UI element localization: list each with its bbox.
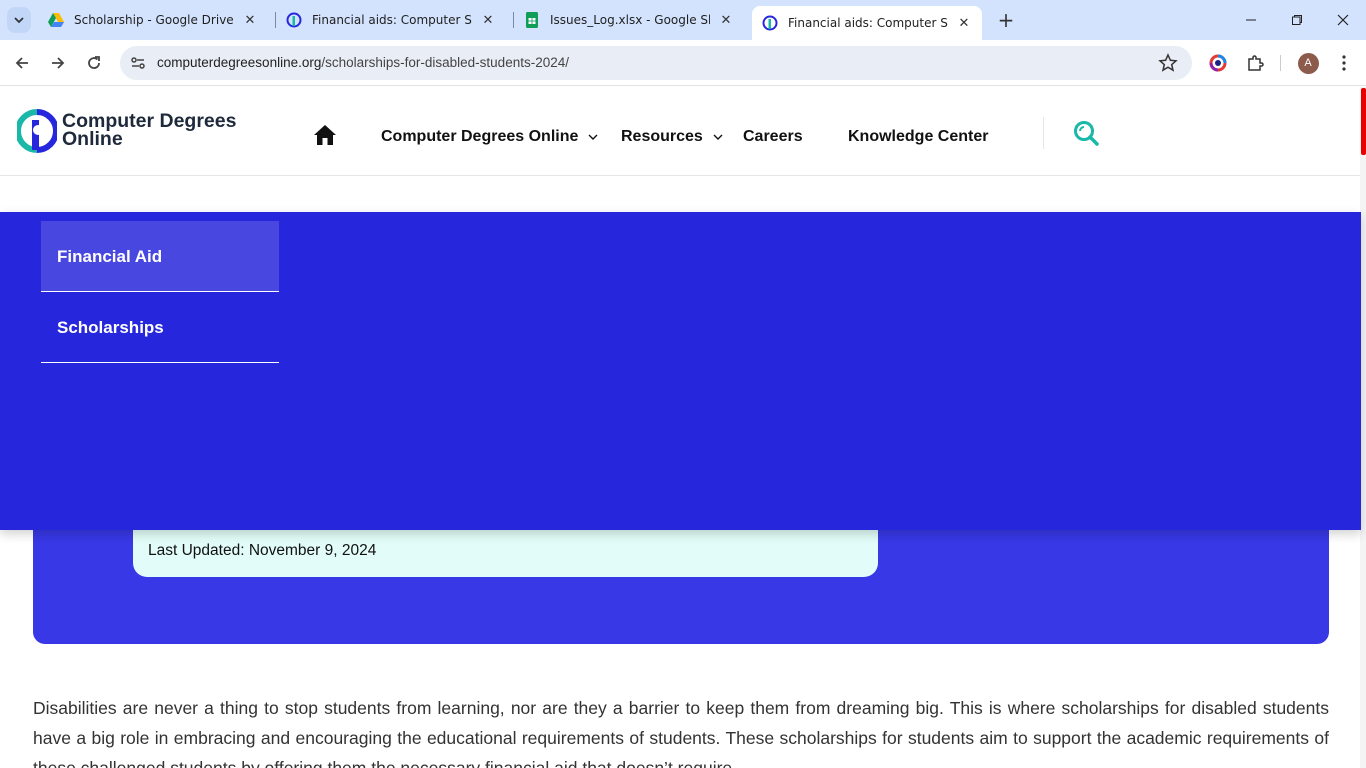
close-tab-icon[interactable]: ✕	[242, 12, 258, 28]
google-drive-icon	[48, 13, 64, 27]
search-icon[interactable]	[1073, 120, 1099, 146]
close-icon	[1337, 14, 1349, 26]
close-window-button[interactable]	[1320, 0, 1366, 40]
minimize-icon	[1246, 19, 1256, 21]
back-button[interactable]	[8, 49, 36, 77]
tab-title: Scholarship - Google Drive	[74, 13, 234, 27]
site-logo-icon[interactable]	[17, 108, 57, 154]
home-icon[interactable]	[313, 124, 337, 146]
site-info-icon	[131, 57, 145, 69]
tab-issues-log[interactable]: Issues_Log.xlsx - Google Sheets ✕	[514, 6, 744, 34]
browser-menu-button[interactable]	[1333, 52, 1355, 74]
avatar: A	[1297, 52, 1319, 74]
nav-resources[interactable]: Resources	[621, 128, 723, 146]
google-sheets-icon	[526, 12, 538, 28]
dropdown-item-scholarships[interactable]: Scholarships	[41, 292, 279, 363]
toolbar-divider	[1280, 55, 1281, 71]
arrow-right-icon	[52, 57, 65, 69]
nav-label: Knowledge Center	[848, 128, 989, 145]
tab-financial-aids-active[interactable]: Financial aids: Computer Scienc ✕	[752, 6, 982, 40]
bookmark-star-icon[interactable]	[1158, 53, 1178, 73]
tab-financial-aids-1[interactable]: Financial aids: Computer Scienc ✕	[276, 6, 506, 34]
chevron-down-icon	[713, 134, 723, 140]
browser-tab-strip: Scholarship - Google Drive ✕ Financial a…	[0, 0, 1366, 40]
last-updated-badge: Last Updated: November 9, 2024	[133, 524, 878, 577]
profile-button[interactable]: A	[1297, 52, 1319, 74]
chevron-down-icon	[14, 17, 24, 24]
puzzle-piece-icon	[1248, 55, 1264, 71]
extension-color-button[interactable]	[1207, 52, 1229, 74]
restore-button[interactable]	[1274, 0, 1320, 40]
forward-button[interactable]	[44, 49, 72, 77]
tab-title: Financial aids: Computer Scienc	[312, 13, 472, 27]
new-tab-button[interactable]: +	[994, 8, 1018, 32]
url-text: computerdegreesonline.org/scholarships-f…	[157, 55, 569, 70]
chevron-down-icon	[588, 134, 598, 140]
nav-knowledge-center[interactable]: Knowledge Center	[848, 128, 988, 146]
tab-title: Issues_Log.xlsx - Google Sheets	[550, 13, 710, 27]
browser-toolbar: computerdegreesonline.org/scholarships-f…	[0, 40, 1366, 86]
nav-divider	[1043, 117, 1044, 149]
dropdown-item-financial-aid[interactable]: Financial Aid	[41, 221, 279, 292]
tab-title: Financial aids: Computer Scienc	[788, 16, 948, 30]
intro-paragraph: Disabilities are never a thing to stop s…	[33, 698, 1329, 768]
close-tab-icon[interactable]: ✕	[480, 12, 496, 28]
tab-google-drive[interactable]: Scholarship - Google Drive ✕	[38, 6, 268, 34]
reload-button[interactable]	[80, 49, 108, 77]
extensions-button[interactable]	[1244, 52, 1266, 74]
color-ring-icon	[1209, 54, 1227, 72]
nav-label: Resources	[621, 128, 703, 145]
restore-icon	[1292, 15, 1302, 25]
url-path: /scholarships-for-disabled-students-2024…	[321, 55, 569, 70]
close-tab-icon[interactable]: ✕	[718, 12, 734, 28]
kebab-menu-icon	[1342, 55, 1346, 71]
resources-dropdown-menu: Financial Aid Scholarships	[0, 212, 1361, 530]
close-tab-icon[interactable]: ✕	[956, 15, 972, 31]
url-host: computerdegreesonline.org	[157, 55, 322, 70]
nav-careers[interactable]: Careers	[743, 128, 803, 146]
arrow-left-icon	[15, 57, 28, 69]
nav-label: Careers	[743, 128, 803, 145]
logo-line-2: Online	[62, 128, 123, 150]
tab-search-button[interactable]	[7, 7, 31, 33]
address-bar[interactable]: computerdegreesonline.org/scholarships-f…	[120, 46, 1192, 80]
nav-label: Computer Degrees Online	[381, 128, 579, 145]
minimize-button[interactable]	[1228, 0, 1274, 40]
cdo-site-icon	[286, 12, 302, 28]
nav-computer-degrees-online[interactable]: Computer Degrees Online	[381, 128, 598, 146]
page-scrollbar-thumb[interactable]	[1361, 88, 1366, 155]
reload-icon	[88, 56, 100, 69]
site-logo-text[interactable]: Computer Degrees Online	[62, 111, 236, 150]
cdo-site-icon	[762, 15, 778, 31]
site-header: Computer Degrees Online Computer Degrees…	[0, 87, 1366, 176]
